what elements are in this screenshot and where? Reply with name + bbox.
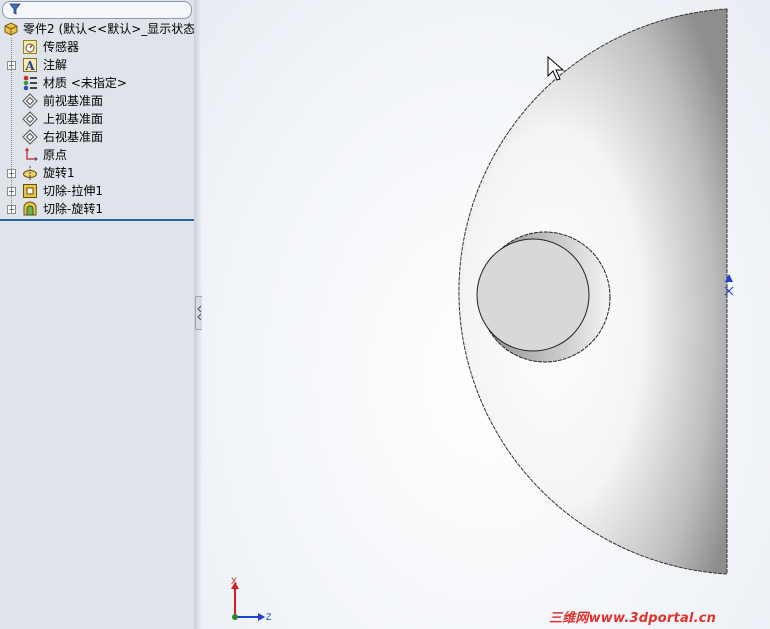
model-graphics[interactable]	[0, 0, 770, 629]
triad-z-label: Z	[266, 612, 272, 622]
reference-triad: X Z	[231, 576, 272, 622]
hole-inner-face[interactable]	[476, 238, 590, 352]
watermark-text: 三维网www.3dportal.cn	[549, 611, 717, 626]
triad-x-label: X	[231, 576, 237, 586]
